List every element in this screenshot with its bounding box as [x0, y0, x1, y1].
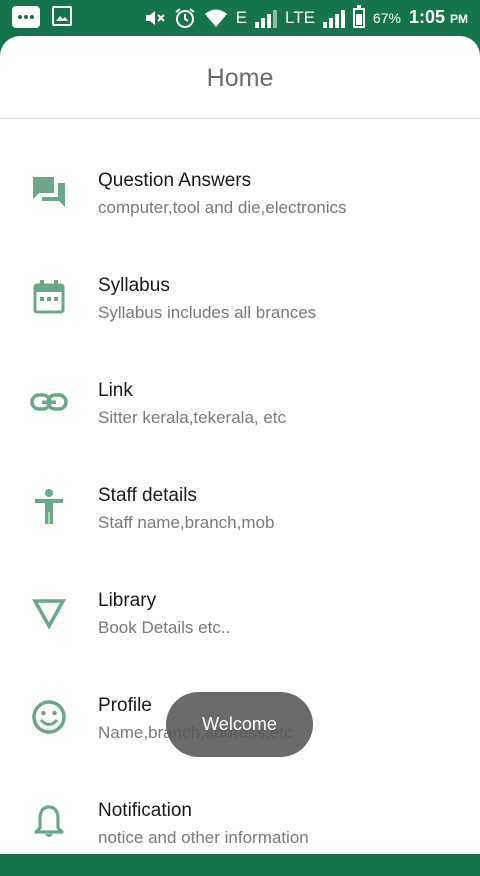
image-notification-icon — [52, 6, 72, 26]
triangle-down-icon — [32, 599, 66, 630]
smiley-icon — [32, 700, 66, 734]
bell-icon — [34, 805, 64, 837]
signal-icon — [322, 8, 345, 28]
menu-item-notification[interactable]: Notification notice and other informatio… — [0, 771, 480, 876]
mute-icon — [145, 11, 165, 25]
welcome-toast: Welcome — [166, 692, 313, 757]
menu-item-title: Syllabus — [98, 275, 170, 296]
menu-item-title: Notification — [98, 800, 192, 821]
menu-item-title: Link — [98, 380, 133, 401]
link-icon — [30, 393, 68, 411]
calendar-icon — [33, 280, 65, 314]
wifi-icon — [204, 9, 227, 27]
menu-item-subtitle: computer,tool and die,electronics — [98, 198, 347, 217]
menu-item-subtitle: Sitter kerala,tekerala, etc — [98, 408, 287, 427]
page-title: Home — [206, 64, 274, 92]
menu-item-staff-details[interactable]: Staff details Staff name,branch,mob — [0, 456, 480, 561]
message-notification-icon — [12, 6, 40, 28]
menu-item-question-answers[interactable]: Question Answers computer,tool and die,e… — [0, 141, 480, 246]
menu-item-syllabus[interactable]: Syllabus Syllabus includes all brances — [0, 246, 480, 351]
clock: 1:05 PM — [408, 7, 468, 27]
menu-item-library[interactable]: Library Book Details etc.. — [0, 561, 480, 666]
menu-item-subtitle: Syllabus includes all brances — [98, 303, 317, 322]
menu-item-title: Question Answers — [98, 170, 252, 191]
battery-percent: 67% — [372, 10, 401, 26]
menu-item-link[interactable]: Link Sitter kerala,tekerala, etc — [0, 351, 480, 456]
app-header: Home — [0, 36, 480, 119]
network-type-label: E — [235, 8, 247, 27]
menu-item-subtitle: Staff name,branch,mob — [98, 513, 275, 532]
alarm-icon — [175, 8, 195, 28]
menu-item-title: Library — [98, 590, 157, 611]
signal-icon — [255, 8, 277, 28]
menu-item-subtitle: notice and other information — [98, 828, 309, 847]
lte-label: LTE — [285, 8, 315, 27]
menu-item-title: Staff details — [98, 485, 197, 506]
accessibility-icon — [35, 489, 63, 524]
status-bar: E LTE 67% 1:05 PM — [0, 0, 480, 38]
battery-icon — [352, 5, 365, 28]
menu-item-subtitle: Book Details etc.. — [98, 618, 231, 637]
forum-icon — [33, 177, 65, 207]
menu-item-title: Profile — [98, 695, 152, 716]
